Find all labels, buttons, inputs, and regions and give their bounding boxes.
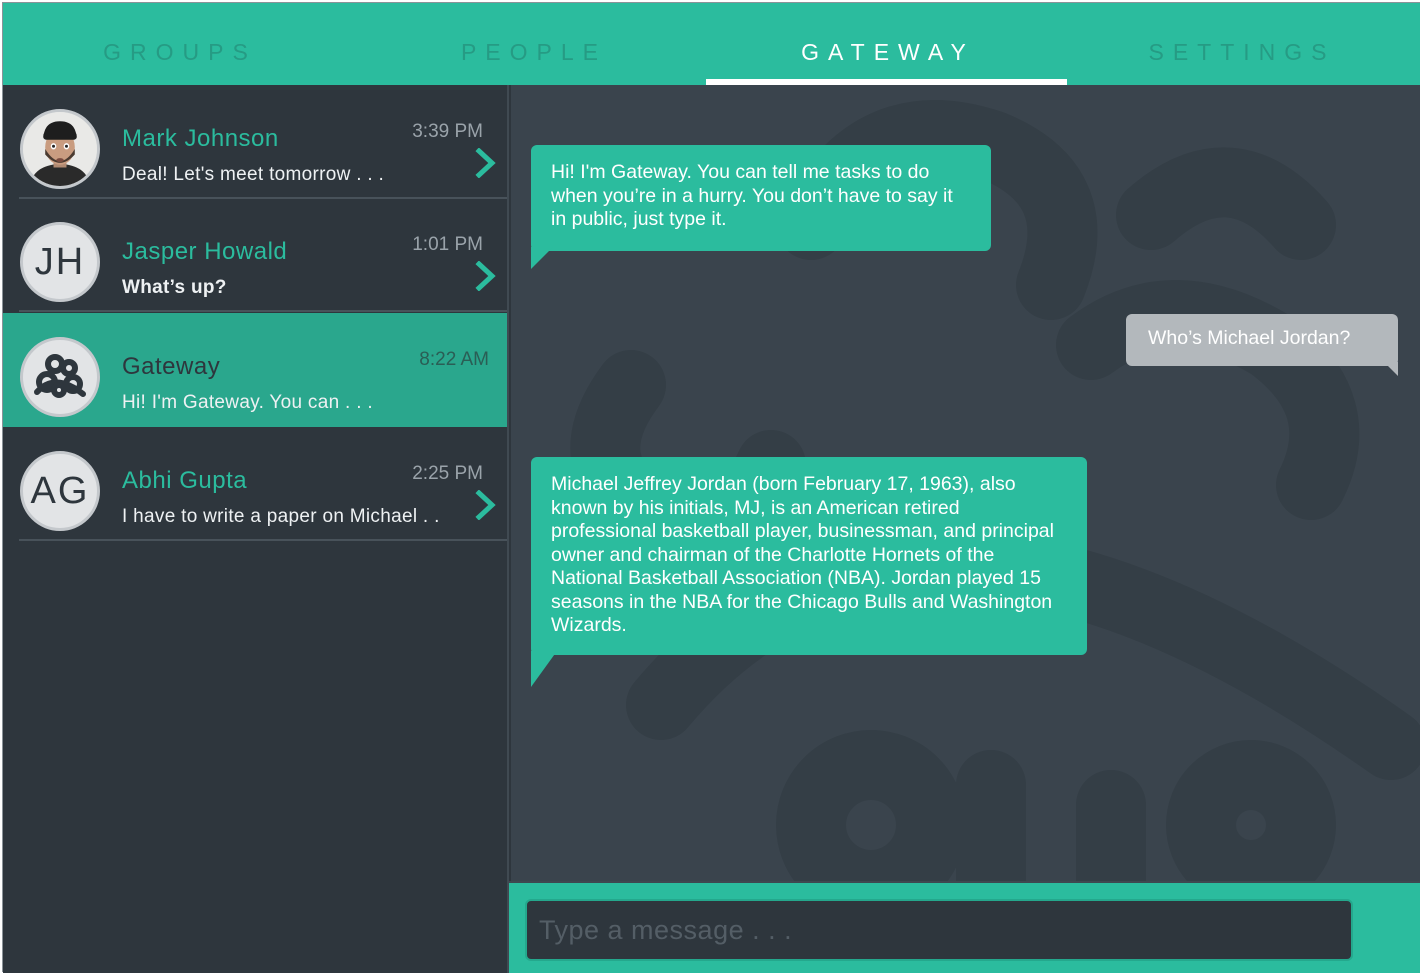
chat-message-user: Who’s Michael Jordan? [1126,314,1398,366]
message-preview: What’s up? [122,277,227,298]
chat-message-bot: Hi! I'm Gateway. You can tell me tasks t… [531,145,991,251]
gateway-logo-icon [34,354,86,398]
tab-gateway[interactable]: GATEWAY [711,3,1065,85]
avatar: JH [20,222,100,302]
tab-bar: GROUPS PEOPLE GATEWAY SETTINGS [3,3,1420,85]
contact-name: Jasper Howald [122,238,288,265]
composer-bar [509,881,1420,973]
tab-people[interactable]: PEOPLE [357,3,711,85]
chat-message-bot: Michael Jeffrey Jordan (born February 17… [531,457,1087,655]
tab-settings[interactable]: SETTINGS [1065,3,1419,85]
message-time: 8:22 AM [419,349,489,370]
conversation-list: Mark Johnson 3:39 PM Deal! Let's meet to… [3,85,509,973]
bubble-tail [1384,362,1398,376]
divider [19,539,507,541]
avatar [20,109,100,189]
message-preview: Hi! I'm Gateway. You can . . . [122,392,373,413]
avatar: AG [20,451,100,531]
avatar-initials: AG [30,469,90,512]
chevron-right-icon [475,148,496,178]
avatar-initials: JH [34,240,86,283]
message-preview: I have to write a paper on Michael . . [122,506,440,527]
chevron-right-icon [475,490,496,520]
conversation-item-jasper-howald[interactable]: JH Jasper Howald 1:01 PM What’s up? [3,198,507,312]
contact-name: Gateway [122,353,221,380]
message-input[interactable] [525,899,1353,961]
message-preview: Deal! Let's meet tomorrow . . . [122,164,385,185]
chat-panel: Hi! I'm Gateway. You can tell me tasks t… [511,85,1420,881]
contact-name: Abhi Gupta [122,467,248,494]
conversation-item-gateway[interactable]: Gateway 8:22 AM Hi! I'm Gateway. You can… [3,313,507,427]
conversation-item-mark-johnson[interactable]: Mark Johnson 3:39 PM Deal! Let's meet to… [3,85,507,199]
contact-name: Mark Johnson [122,125,279,152]
message-time: 3:39 PM [412,121,483,142]
message-time: 1:01 PM [412,234,483,255]
divider [19,310,507,312]
conversation-item-abhi-gupta[interactable]: AG Abhi Gupta 2:25 PM I have to write a … [3,427,507,541]
chevron-right-icon [475,261,496,291]
tab-groups[interactable]: GROUPS [3,3,357,85]
bubble-tail [531,651,557,687]
app-window: GROUPS PEOPLE GATEWAY SETTINGS Mark John… [2,2,1420,973]
user-photo-icon [23,112,97,186]
bubble-tail [531,247,553,269]
avatar [20,337,100,417]
message-time: 2:25 PM [412,463,483,484]
